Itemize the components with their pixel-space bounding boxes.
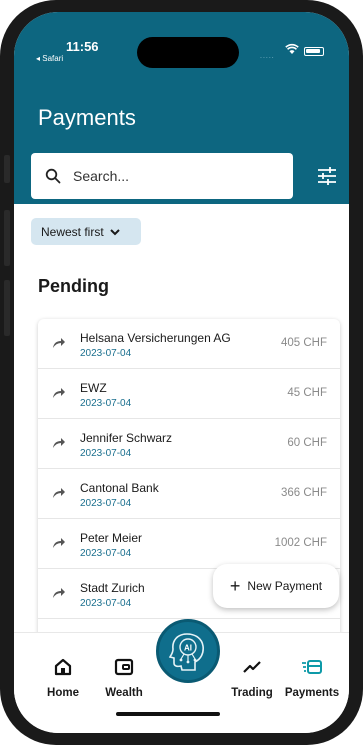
bottom-nav: Home Wealth AI Trading Payments: [14, 619, 349, 733]
status-bar: 11:56 ◂ Safari .....: [14, 12, 349, 68]
volume-down-button: [4, 280, 10, 336]
ai-assistant-button[interactable]: AI: [156, 619, 220, 683]
nav-home-label: Home: [47, 687, 79, 699]
nav-wealth-label: Wealth: [105, 687, 143, 699]
payment-amount: 60 CHF: [287, 437, 327, 449]
payment-amount: 405 CHF: [280, 337, 327, 349]
nav-payments[interactable]: Payments: [284, 633, 340, 713]
chevron-down-icon: [109, 228, 120, 235]
trending-chart-icon: [243, 661, 261, 673]
wifi-icon: [285, 43, 299, 54]
forward-arrow-icon: [53, 388, 65, 398]
back-to-safari-link[interactable]: ◂ Safari: [36, 54, 63, 63]
sort-dropdown[interactable]: Newest first: [31, 218, 141, 245]
mute-switch: [4, 155, 10, 183]
ai-head-icon: AI: [168, 633, 204, 671]
search-icon: [45, 168, 61, 184]
home-icon: [54, 658, 72, 676]
forward-arrow-icon: [53, 438, 65, 448]
payment-amount: 366 CHF: [280, 487, 327, 499]
ai-label: AI: [184, 644, 192, 653]
plus-icon: +: [229, 576, 241, 596]
dynamic-island: [137, 37, 239, 68]
page-title: Payments: [38, 105, 136, 130]
payment-date: 2023-07-04: [80, 348, 132, 359]
nav-payments-label: Payments: [284, 687, 340, 699]
payment-name: Stadt Zurich: [80, 581, 145, 595]
payment-row[interactable]: Cantonal Bank 2023-07-04 366 CHF: [38, 469, 340, 519]
payment-row[interactable]: Jennifer Schwarz 2023-07-04 60 CHF: [38, 419, 340, 469]
section-title-pending: Pending: [38, 276, 109, 296]
forward-arrow-icon: [53, 538, 65, 548]
payment-date: 2023-07-04: [80, 498, 132, 509]
payment-row[interactable]: Peter Meier 2023-07-04 1002 CHF: [38, 519, 340, 569]
payment-date: 2023-07-04: [80, 548, 132, 559]
nav-trading-label: Trading: [231, 687, 273, 699]
payment-row[interactable]: Helsana Versicherungen AG 2023-07-04 405…: [38, 319, 340, 369]
payment-name: Helsana Versicherungen AG: [80, 331, 231, 345]
payment-amount: 1002 CHF: [274, 537, 327, 549]
payment-row[interactable]: EWZ 2023-07-04 45 CHF: [38, 369, 340, 419]
new-payment-button[interactable]: + New Payment: [213, 564, 339, 608]
payment-date: 2023-07-04: [80, 598, 132, 609]
payment-name: Jennifer Schwarz: [80, 431, 173, 445]
signal-icon: .....: [260, 53, 275, 60]
payment-date: 2023-07-04: [80, 398, 132, 409]
forward-arrow-icon: [53, 588, 65, 598]
sort-label: Newest first: [41, 224, 104, 239]
search-input[interactable]: [73, 165, 283, 187]
phone-frame: 11:56 ◂ Safari ..... Payments Search... …: [0, 0, 363, 745]
screen: 11:56 ◂ Safari ..... Payments Search... …: [14, 12, 349, 733]
status-time: 11:56: [66, 39, 99, 54]
nav-wealth[interactable]: Wealth: [96, 633, 152, 713]
payment-date: 2023-07-04: [80, 448, 132, 459]
payment-name: Cantonal Bank: [80, 481, 159, 495]
forward-arrow-icon: [53, 488, 65, 498]
payment-name: Peter Meier: [80, 531, 143, 545]
battery-icon: [304, 47, 324, 56]
wallet-icon: [114, 658, 134, 676]
payments-icon: [302, 660, 322, 674]
payment-name: EWZ: [80, 381, 107, 395]
volume-up-button: [4, 210, 10, 266]
payment-amount: 45 CHF: [287, 387, 327, 399]
header: 11:56 ◂ Safari ..... Payments: [14, 12, 349, 204]
forward-arrow-icon: [53, 338, 65, 348]
new-payment-label: New Payment: [247, 579, 323, 593]
home-indicator: [116, 712, 220, 716]
nav-home[interactable]: Home: [35, 633, 91, 713]
nav-trading[interactable]: Trading: [224, 633, 280, 713]
filter-settings-icon[interactable]: [316, 166, 338, 186]
search-box[interactable]: [31, 153, 293, 199]
